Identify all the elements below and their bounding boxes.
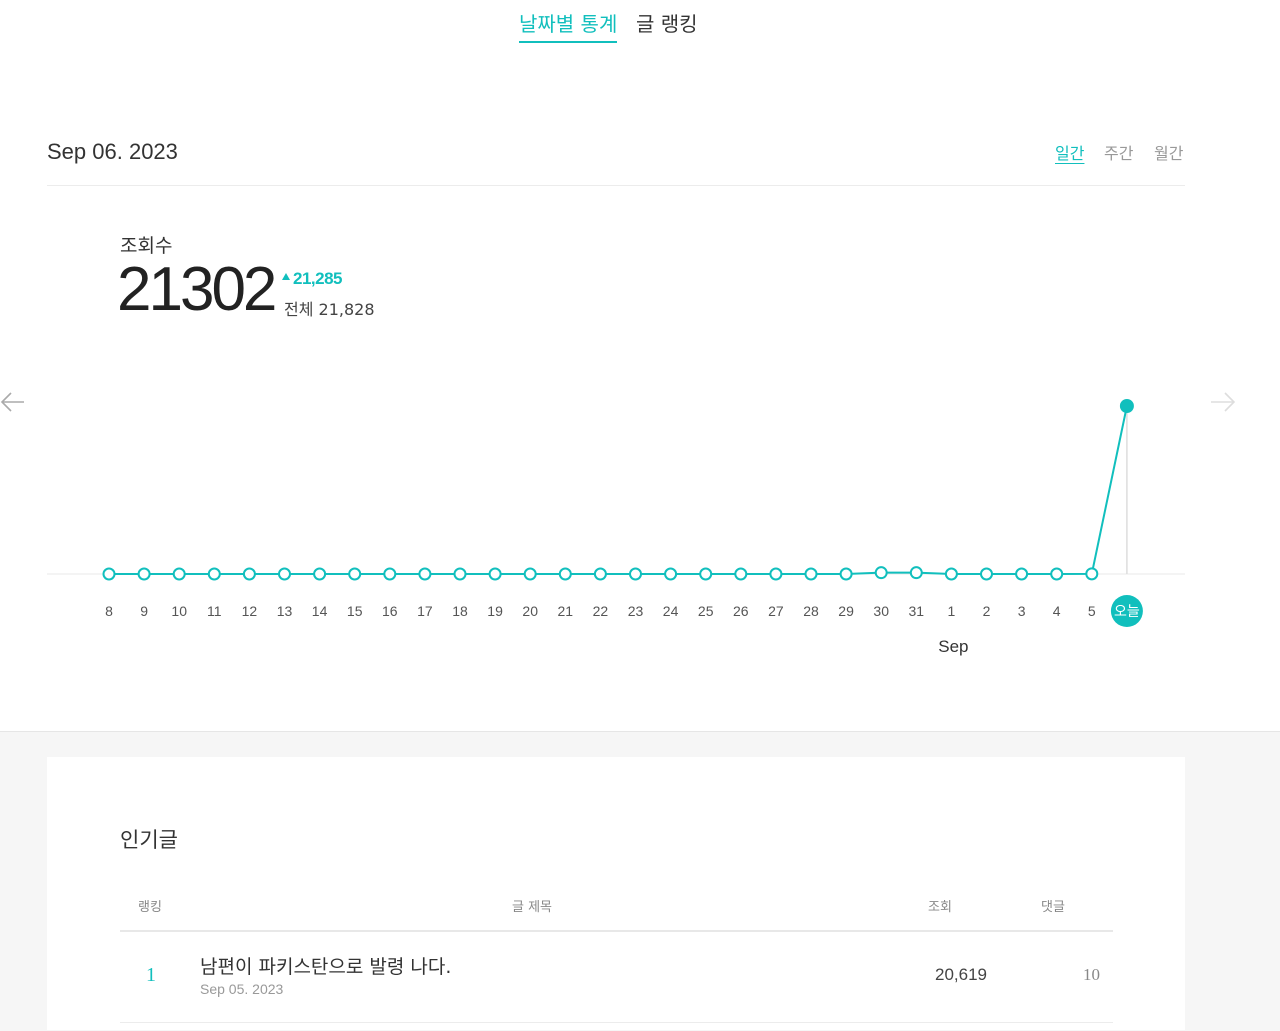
x-tick-label: 21 xyxy=(558,603,574,619)
chart-point[interactable] xyxy=(137,567,151,581)
metric-total: 전체 21,828 xyxy=(284,300,375,319)
x-tick-label: 15 xyxy=(347,603,363,619)
x-tick-label: 18 xyxy=(452,603,468,619)
period-weekly[interactable]: 주간 xyxy=(1104,140,1133,164)
x-tick-label: 2 xyxy=(983,603,991,619)
chart-point[interactable] xyxy=(172,567,186,581)
current-date: Sep 06. 2023 xyxy=(47,139,178,164)
x-tick-label: 22 xyxy=(593,603,609,619)
month-label: Sep xyxy=(938,637,968,656)
stats-tabs: 날짜별 통계 글 랭킹 xyxy=(0,8,1280,48)
chart-point[interactable] xyxy=(734,567,748,581)
row-post-title[interactable]: 남편이 파키스탄으로 발령 나다. xyxy=(200,952,451,979)
x-tick-label: 26 xyxy=(733,603,749,619)
chart-point[interactable] xyxy=(453,567,467,581)
x-tick-label: 31 xyxy=(909,603,925,619)
chart-point[interactable] xyxy=(980,567,993,581)
row-rank: 1 xyxy=(146,964,156,986)
chart-point[interactable] xyxy=(629,567,642,581)
chart-point[interactable] xyxy=(874,566,888,580)
x-tick-label: 오늘 xyxy=(1114,603,1140,619)
x-tick-label: 24 xyxy=(663,603,679,619)
x-tick-label: 4 xyxy=(1053,603,1061,619)
header-comments: 댓글 xyxy=(1041,900,1065,915)
chart-point[interactable] xyxy=(1119,399,1134,413)
chart-series-line xyxy=(109,405,1128,575)
x-tick-label: 10 xyxy=(171,603,187,619)
chart-point[interactable] xyxy=(699,567,713,581)
chart-point[interactable] xyxy=(593,567,607,581)
chart-point[interactable] xyxy=(1050,567,1064,581)
chart-point[interactable] xyxy=(1015,567,1029,581)
chart-point[interactable] xyxy=(242,567,256,581)
chart-point[interactable] xyxy=(418,567,432,581)
chart-point[interactable] xyxy=(558,567,572,581)
chart-point[interactable] xyxy=(102,567,116,581)
x-tick-label: 17 xyxy=(417,603,433,619)
tab-daily-stats[interactable]: 날짜별 통계 xyxy=(519,8,618,43)
popular-posts-card: 인기글 랭킹 글 제목 조회 댓글 1 남편이 파키스탄으로 발령 나다. Se… xyxy=(47,757,1185,1030)
x-tick-label: 16 xyxy=(382,603,398,619)
x-tick-label: 11 xyxy=(207,603,222,619)
triangle-up-icon xyxy=(282,273,290,280)
x-tick-label: 19 xyxy=(487,603,503,619)
row-comments: 10 xyxy=(1083,965,1100,984)
header-title: 글 제목 xyxy=(512,900,553,915)
x-tick-label: 20 xyxy=(522,603,538,619)
tab-post-ranking[interactable]: 글 랭킹 xyxy=(636,8,698,41)
chart-point[interactable] xyxy=(944,567,958,581)
row-views: 20,619 xyxy=(935,965,987,984)
x-tick-label: 8 xyxy=(105,603,113,619)
chart-point[interactable] xyxy=(488,567,502,581)
chart-point[interactable] xyxy=(348,567,362,581)
chart-point[interactable] xyxy=(313,567,327,581)
metric-value: 21302 xyxy=(117,255,277,324)
divider xyxy=(47,185,1185,186)
chart-point[interactable] xyxy=(769,567,783,581)
table-row[interactable]: 1 남편이 파키스탄으로 발령 나다. Sep 05. 2023 20,619 … xyxy=(120,932,1113,1023)
chart-point[interactable] xyxy=(383,567,397,581)
x-tick-label: 9 xyxy=(140,603,148,619)
x-tick-label: 30 xyxy=(873,603,889,619)
x-tick-label: 14 xyxy=(312,603,328,619)
views-line-chart: 8 9 10 11 12 13 14 15 16 17 18 19 20 21 22 23 24 25 26 27 28… xyxy=(47,399,1185,656)
chart-point[interactable] xyxy=(664,567,678,581)
x-tick-label: 23 xyxy=(628,603,644,619)
metric-delta: 21,285 xyxy=(282,269,343,289)
x-tick-label: 1 xyxy=(948,603,956,619)
x-tick-label: 5 xyxy=(1088,603,1096,619)
chart-point[interactable] xyxy=(207,567,221,581)
chart-point[interactable] xyxy=(1085,567,1099,581)
x-tick-label: 25 xyxy=(698,603,714,619)
period-daily[interactable]: 일간 xyxy=(1055,140,1084,164)
x-tick-label: 12 xyxy=(242,603,258,619)
chart-point[interactable] xyxy=(523,567,537,581)
x-tick-label: 3 xyxy=(1018,603,1026,619)
metric-delta-value: 21,285 xyxy=(293,269,343,288)
x-tick-label: 29 xyxy=(838,603,854,619)
x-tick-label: 13 xyxy=(277,603,293,619)
chart-point[interactable] xyxy=(839,567,853,581)
x-tick-label: 27 xyxy=(768,603,784,619)
row-post-date: Sep 05. 2023 xyxy=(200,981,284,997)
header-rank: 랭킹 xyxy=(138,900,162,915)
period-monthly[interactable]: 월간 xyxy=(1154,140,1183,164)
header-views: 조회 xyxy=(928,900,952,915)
chart-point[interactable] xyxy=(909,566,923,580)
popular-posts-title: 인기글 xyxy=(120,828,178,852)
x-tick-label: 28 xyxy=(803,603,819,619)
chart-point[interactable] xyxy=(278,567,291,581)
chart-point[interactable] xyxy=(804,567,818,581)
